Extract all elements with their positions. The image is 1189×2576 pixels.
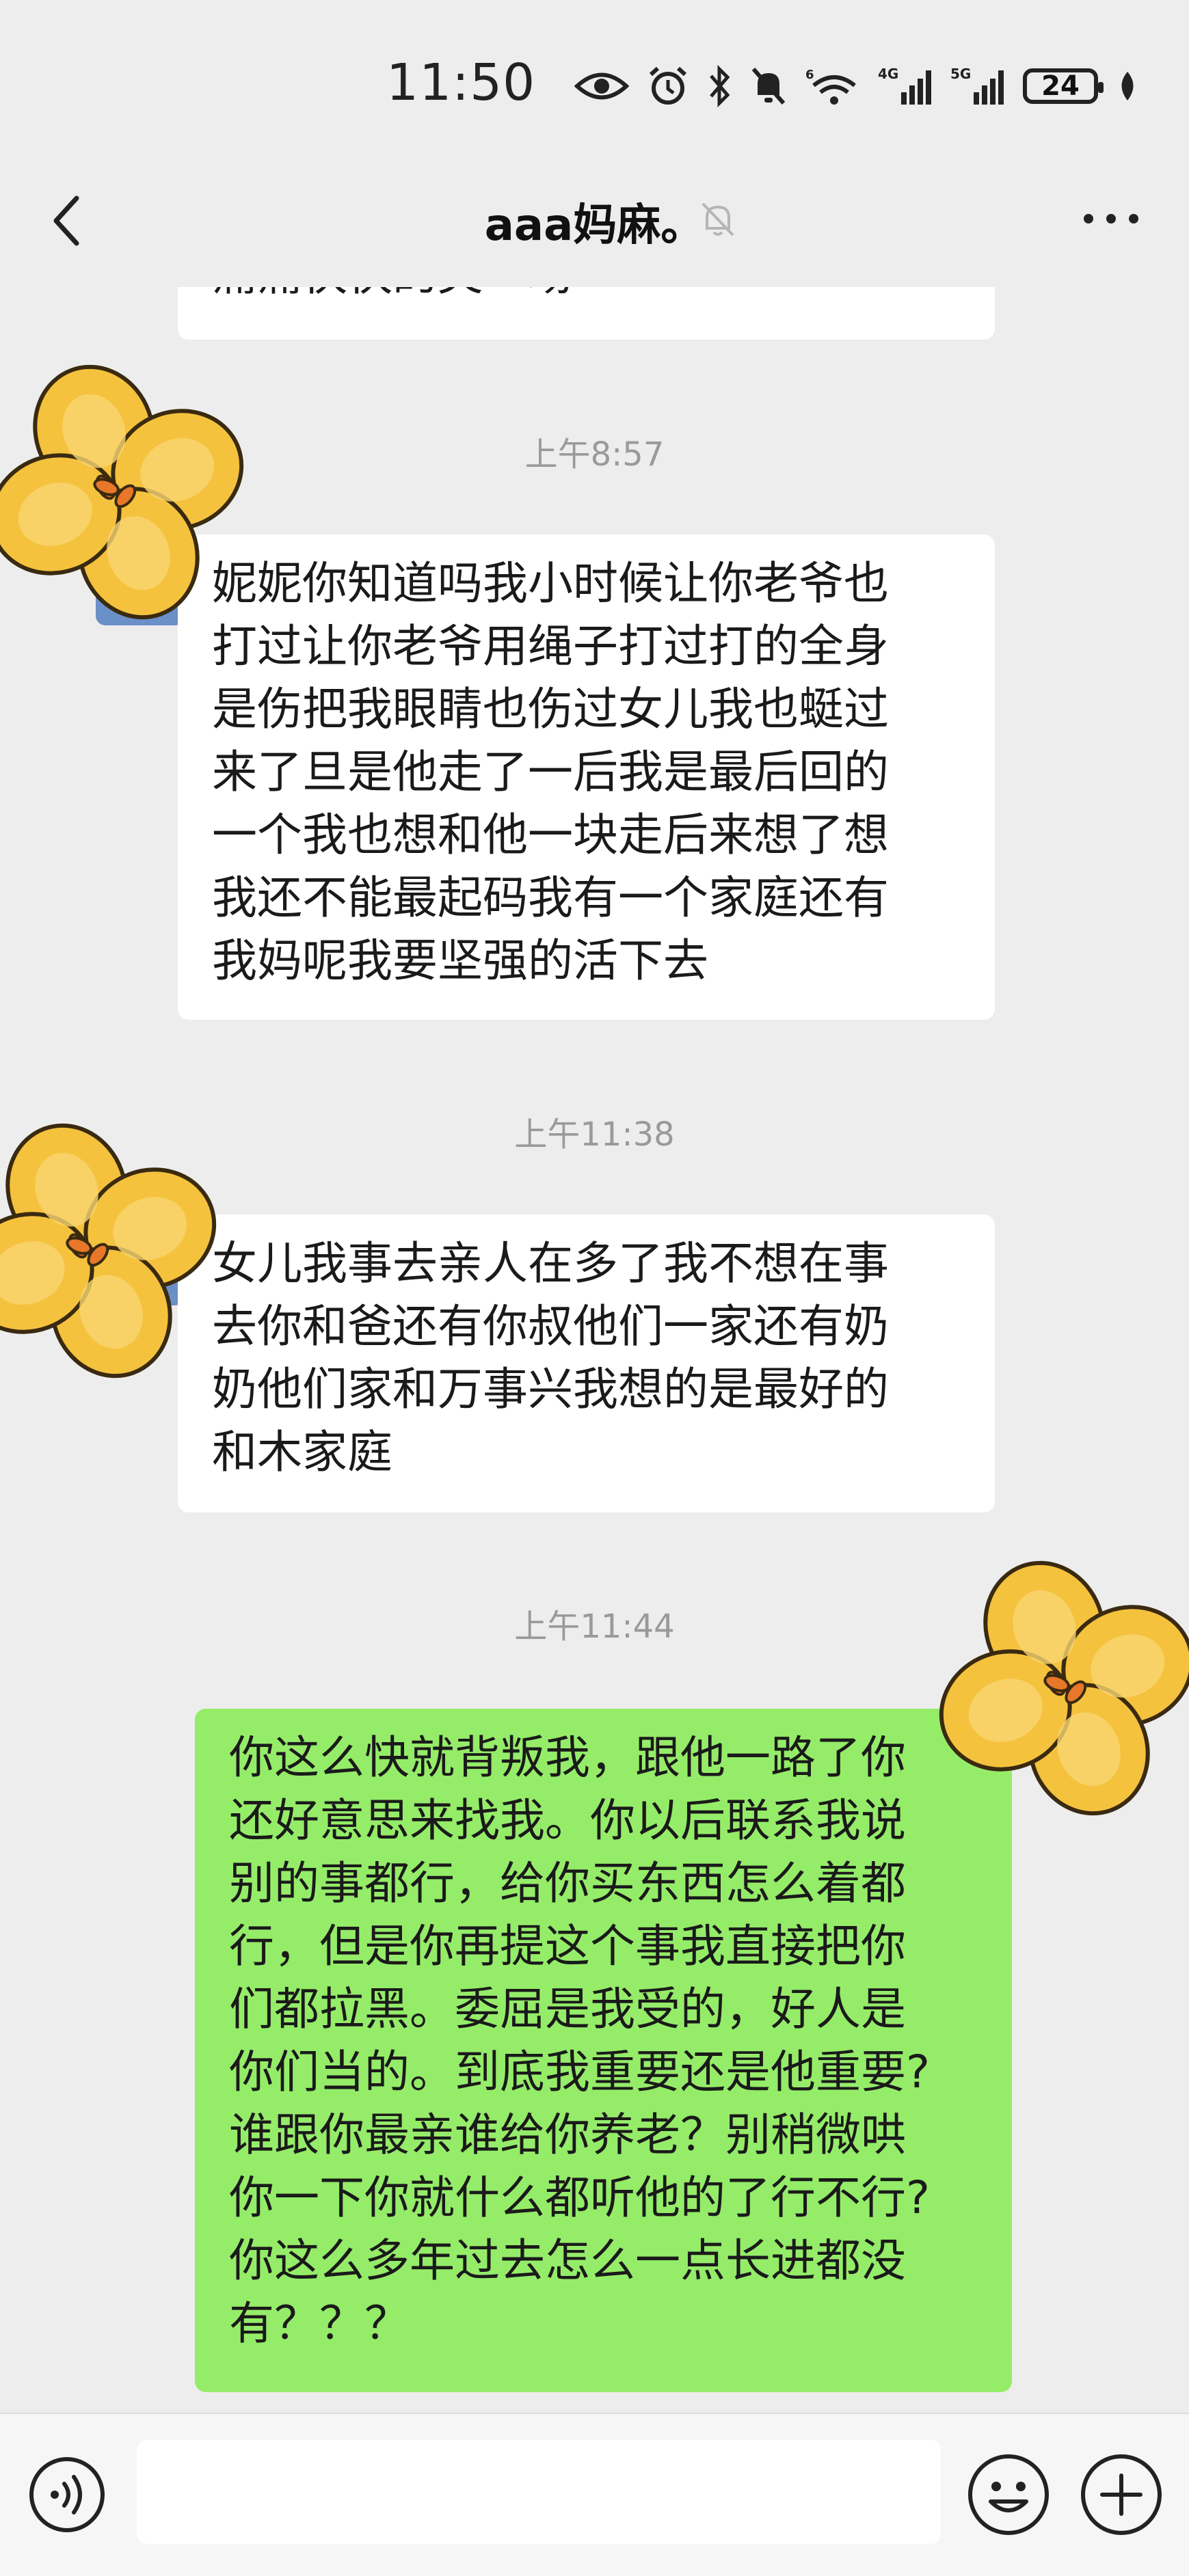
message-line: 是伤把我眼睛也伤过女儿我也蜓过 (212, 683, 889, 735)
message-line: 女儿我事去亲人在多了我不想在事 (212, 1237, 889, 1290)
bluetooth-icon (710, 65, 730, 107)
message-bubble-outgoing[interactable]: 你这么快就背叛我，跟他一路了你 还好意思来找我。你以后联系我说 别的事都行，给你… (195, 1709, 1027, 2392)
chat-header: aaa妈麻。 (0, 171, 1189, 287)
input-bar (0, 2413, 1189, 2576)
plus-icon[interactable] (1079, 2452, 1164, 2537)
status-time: 11:50 (386, 53, 536, 112)
message-text: 痛痛快快的哭一场 (212, 287, 573, 306)
status-bar: 11:50 6 4G 5G 24 (0, 0, 1189, 171)
signal-4g-icon: 4G (878, 66, 931, 105)
alarm-icon (649, 66, 687, 105)
message-bubble[interactable]: 妮妮你知道吗我小时候让你老爷也 打过让你老爷用绳子打过打的全身 是伤把我眼睛也伤… (178, 534, 995, 1020)
message-line: 别的事都行，给你买东西怎么着都 (229, 1857, 906, 1910)
message-line: 谁跟你最亲谁给你养老？别稍微哄 (229, 2109, 906, 2161)
voice-icon[interactable] (27, 2455, 107, 2534)
message-line: 我妈呢我要坚强的活下去 (212, 934, 708, 987)
message-line: 一个我也想和他一块走后来想了想 (212, 809, 889, 861)
message-line: 你们当的。到底我重要还是他重要? (229, 2046, 931, 2098)
message-line: 你这么多年过去怎么一点长进都没 (229, 2234, 906, 2287)
chat-title: aaa妈麻。 (484, 200, 705, 251)
bell-off-icon (702, 202, 734, 236)
message-bubble[interactable]: 痛痛快快的哭一场 (178, 287, 995, 340)
wifi-icon: 6 (805, 68, 856, 105)
signal-5g-icon: 5G (950, 66, 1004, 105)
status-icons: 6 4G 5G 24 (574, 59, 1139, 113)
flower-sticker (0, 1123, 217, 1379)
flower-sticker (0, 364, 244, 620)
message-line: 们都拉黑。委屈是我受的，好人是 (229, 1983, 906, 2035)
message-line: 还好意思来找我。你以后联系我说 (229, 1794, 906, 1847)
message-line: 我还不能最起码我有一个家庭还有 (212, 871, 889, 924)
message-line: 你这么快就背叛我，跟他一路了你 (229, 1731, 906, 1784)
more-dots-icon[interactable] (1073, 198, 1149, 239)
leaf-icon (1121, 72, 1134, 100)
svg-text:4G: 4G (878, 66, 898, 82)
message-bubble[interactable]: 女儿我事去亲人在多了我不想在事 去你和爸还有你叔他们一家还有奶 奶他们家和万事兴… (178, 1215, 995, 1513)
emoji-icon[interactable] (966, 2452, 1051, 2537)
battery-icon: 24 (1023, 68, 1104, 104)
message-line: 妮妮你知道吗我小时候让你老爷也 (212, 557, 889, 610)
message-line: 打过让你老爷用绳子打过打的全身 (212, 620, 889, 673)
message-line: 行，但是你再提这个事我直接把你 (229, 1920, 906, 1972)
message-line: 有？？？ (229, 2297, 410, 2350)
notifications-off-icon (751, 68, 786, 105)
message-line: 来了旦是他走了一后我是最后回的 (212, 746, 889, 798)
svg-text:5G: 5G (950, 66, 971, 82)
message-input[interactable] (137, 2440, 941, 2544)
message-line: 去你和爸还有你叔他们一家还有奶 (212, 1300, 889, 1353)
message-line: 奶他们家和万事兴我想的是最好的 (212, 1363, 889, 1415)
svg-text:6: 6 (805, 68, 814, 82)
eye-icon (574, 72, 629, 100)
battery-level: 24 (1041, 70, 1080, 102)
message-line: 和木家庭 (212, 1426, 392, 1478)
flower-sticker (939, 1560, 1189, 1816)
message-line: 你一下你就什么都听他的了行不行? (229, 2171, 931, 2224)
